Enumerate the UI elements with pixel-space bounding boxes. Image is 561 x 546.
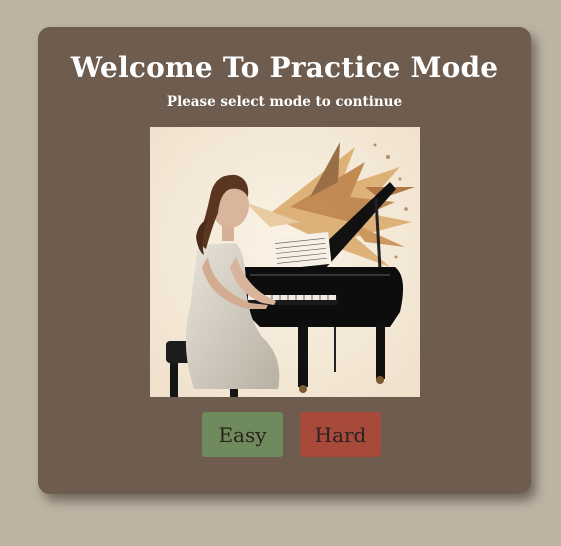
hard-mode-button[interactable]: Hard bbox=[300, 412, 381, 457]
mode-select-card: Welcome To Practice Mode Please select m… bbox=[38, 27, 531, 494]
pianist-image bbox=[150, 127, 420, 397]
page-title: Welcome To Practice Mode bbox=[70, 51, 499, 84]
page-subtitle: Please select mode to continue bbox=[166, 94, 403, 110]
piano-illustration bbox=[150, 127, 420, 397]
easy-mode-button[interactable]: Easy bbox=[202, 412, 283, 457]
